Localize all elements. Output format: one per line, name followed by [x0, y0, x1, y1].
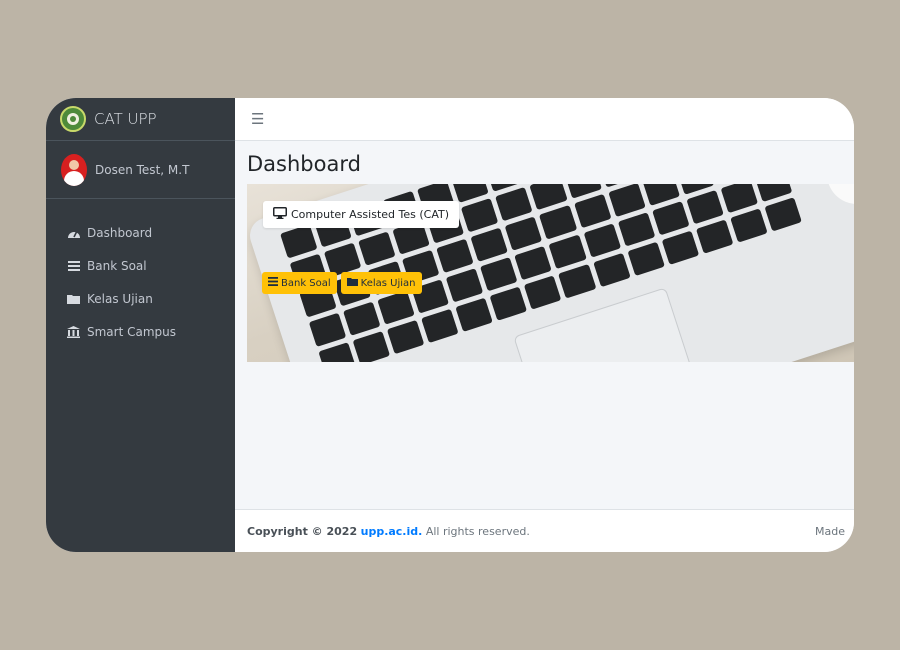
- page-title: Dashboard: [247, 152, 361, 176]
- university-icon: [66, 325, 81, 338]
- kelas-ujian-button-label: Kelas Ujian: [360, 277, 416, 289]
- sidebar: CAT UPP Dosen Test, M.T Dashboard Bank S…: [46, 98, 235, 552]
- sidebar-item-label: Smart Campus: [87, 324, 177, 339]
- brand[interactable]: CAT UPP: [46, 98, 235, 141]
- hero-label-text: Computer Assisted Tes (CAT): [291, 208, 450, 221]
- footer: Copyright © 2022 upp.ac.id. All rights r…: [235, 509, 854, 552]
- list-icon: [268, 277, 278, 289]
- user-name: Dosen Test, M.T: [95, 162, 190, 177]
- main-content: ☰ Dashboard Computer Assisted Tes (CAT) …: [235, 98, 854, 552]
- tachometer-icon: [66, 227, 81, 239]
- sidebar-item-dashboard[interactable]: Dashboard: [46, 216, 235, 249]
- sidebar-item-label: Bank Soal: [87, 258, 147, 273]
- footer-rights: All rights reserved.: [425, 524, 530, 538]
- topbar: ☰: [235, 98, 854, 141]
- kelas-ujian-button[interactable]: Kelas Ujian: [340, 272, 422, 294]
- hero-banner: Computer Assisted Tes (CAT) Bank Soal Ke…: [247, 184, 854, 362]
- brand-text: CAT UPP: [94, 110, 157, 128]
- hamburger-menu-icon[interactable]: ☰: [251, 110, 264, 128]
- bank-soal-button[interactable]: Bank Soal: [262, 272, 337, 294]
- bank-soal-button-label: Bank Soal: [281, 277, 331, 289]
- monitor-icon: [273, 207, 287, 222]
- sidebar-item-label: Kelas Ujian: [87, 291, 153, 306]
- brand-logo-icon: [60, 106, 86, 132]
- sidebar-item-smart-campus[interactable]: Smart Campus: [46, 315, 235, 348]
- folder-icon: [66, 294, 81, 304]
- footer-made-by: Made: [815, 524, 845, 538]
- hero-label: Computer Assisted Tes (CAT): [263, 201, 460, 228]
- app-window: CAT UPP Dosen Test, M.T Dashboard Bank S…: [46, 98, 854, 552]
- sidebar-item-kelas-ujian[interactable]: Kelas Ujian: [46, 282, 235, 315]
- folder-icon: [346, 277, 358, 289]
- footer-link[interactable]: upp.ac.id.: [361, 525, 423, 538]
- footer-copyright: Copyright © 2022: [247, 524, 358, 538]
- hero-button-row: Bank Soal Kelas Ujian: [262, 272, 422, 294]
- sidebar-item-label: Dashboard: [87, 225, 153, 240]
- sidebar-nav: Dashboard Bank Soal Kelas Ujian Smart Ca…: [46, 199, 235, 348]
- user-panel[interactable]: Dosen Test, M.T: [46, 141, 235, 199]
- avatar: [61, 153, 87, 186]
- sidebar-item-bank-soal[interactable]: Bank Soal: [46, 249, 235, 282]
- list-icon: [66, 260, 81, 271]
